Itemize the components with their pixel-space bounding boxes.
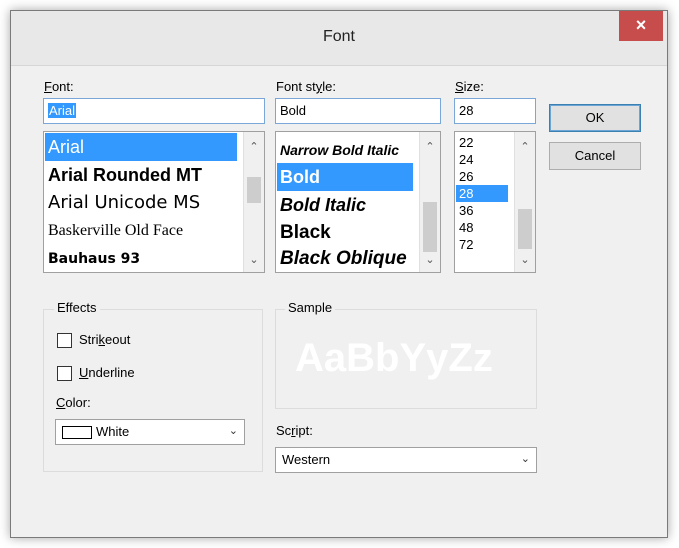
script-label-rest: ipt: (295, 423, 313, 438)
effects-group (43, 309, 263, 472)
underline-checkbox[interactable] (57, 366, 72, 381)
style-label-prefix: Font st (276, 79, 316, 94)
font-list-item[interactable]: Arial Rounded MT (45, 161, 241, 189)
scrollbar-thumb[interactable] (518, 209, 532, 249)
chevron-down-icon: ⌄ (228, 425, 238, 437)
script-label: Script: (276, 423, 313, 438)
chevron-down-icon: ⌄ (520, 453, 530, 465)
size-list-item[interactable]: 24 (456, 151, 512, 168)
color-value: White (96, 424, 130, 439)
size-list-item[interactable]: 48 (456, 219, 512, 236)
ok-button[interactable]: OK (549, 104, 641, 132)
color-swatch (62, 426, 92, 439)
color-label-mnemonic: C (56, 395, 66, 410)
size-list-item[interactable]: 28 (456, 185, 508, 202)
sample-text: AaBbYyZz (295, 336, 493, 380)
font-list-item[interactable]: Arial (45, 133, 237, 161)
script-label-prefix: Sc (276, 423, 292, 438)
window-title: Font (322, 28, 355, 45)
size-list-scrollbar[interactable]: ⌃ ⌄ (514, 132, 535, 272)
style-list-item[interactable]: Black Oblique (277, 245, 415, 272)
size-list-item[interactable]: 22 (456, 134, 512, 151)
size-list-item[interactable]: 26 (456, 168, 512, 185)
underline-label-mnemonic: U (79, 365, 89, 380)
style-list-item[interactable]: Black (277, 219, 415, 247)
font-list-item[interactable]: Baskerville Old Face (45, 217, 241, 245)
color-label: Color: (56, 395, 91, 410)
effects-title: Effects (54, 300, 100, 315)
font-style-input[interactable]: Bold (275, 98, 441, 124)
size-label-mnemonic: S (455, 79, 464, 94)
style-list-item[interactable]: Bold (277, 163, 413, 191)
down-arrow-icon[interactable]: ⌄ (244, 250, 264, 270)
font-list-scrollbar[interactable]: ⌃ ⌄ (243, 132, 264, 272)
size-list-item[interactable]: 72 (456, 236, 512, 253)
font-style-value: Bold (280, 103, 307, 118)
font-label-rest: ont: (51, 79, 74, 94)
close-icon: × (635, 15, 647, 35)
style-label-rest: le: (322, 79, 336, 94)
font-label-mnemonic: F (44, 79, 52, 94)
size-list[interactable]: 22 24 26 28 36 48 72 ⌃ ⌄ (454, 131, 536, 273)
size-label: Size: (455, 79, 484, 94)
font-style-list[interactable]: Narrow Bold Italic Bold Bold Italic Blac… (275, 131, 441, 273)
up-arrow-icon[interactable]: ⌃ (515, 137, 535, 157)
up-arrow-icon[interactable]: ⌃ (244, 137, 264, 157)
font-style-label: Font style: (276, 79, 336, 94)
cancel-button[interactable]: Cancel (549, 142, 641, 170)
scrollbar-thumb[interactable] (423, 202, 437, 252)
title-bar[interactable]: Font × (11, 11, 667, 66)
color-label-rest: olor: (65, 395, 91, 410)
style-list-item[interactable]: Narrow Bold Italic (277, 137, 415, 163)
strikeout-label-rest: eout (105, 332, 131, 347)
strikeout-checkbox[interactable] (57, 333, 72, 348)
style-list-item[interactable]: Bold Italic (277, 191, 415, 219)
font-name-value: Arial (48, 103, 77, 118)
scrollbar-thumb[interactable] (247, 177, 261, 203)
font-list-item[interactable]: Arial Unicode MS (45, 189, 241, 217)
style-list-scrollbar[interactable]: ⌃ ⌄ (419, 132, 440, 272)
strikeout-label[interactable]: Strikeout (79, 332, 130, 347)
down-arrow-icon[interactable]: ⌄ (420, 250, 440, 270)
sample-preview: AaBbYyZz (277, 311, 535, 407)
strikeout-label-prefix: Stri (79, 332, 99, 347)
size-list-item[interactable]: 36 (456, 202, 512, 219)
font-list-item[interactable]: Bauhaus 93 (45, 245, 241, 272)
color-select[interactable]: White ⌄ (55, 419, 245, 445)
up-arrow-icon[interactable]: ⌃ (420, 137, 440, 157)
size-value: 28 (459, 103, 474, 118)
font-name-input[interactable]: Arial (43, 98, 265, 124)
size-input[interactable]: 28 (454, 98, 536, 124)
script-select[interactable]: Western ⌄ (275, 447, 537, 473)
underline-label[interactable]: Underline (79, 365, 135, 380)
font-dialog: Font × Font: Arial Arial Arial Rounded M… (10, 10, 668, 538)
size-label-rest: ize: (463, 79, 484, 94)
down-arrow-icon[interactable]: ⌄ (515, 250, 535, 270)
script-value: Western (282, 452, 331, 467)
font-name-list[interactable]: Arial Arial Rounded MT Arial Unicode MS … (43, 131, 265, 273)
close-button[interactable]: × (619, 11, 663, 41)
font-label: Font: (44, 79, 74, 94)
underline-label-rest: nderline (88, 365, 135, 380)
